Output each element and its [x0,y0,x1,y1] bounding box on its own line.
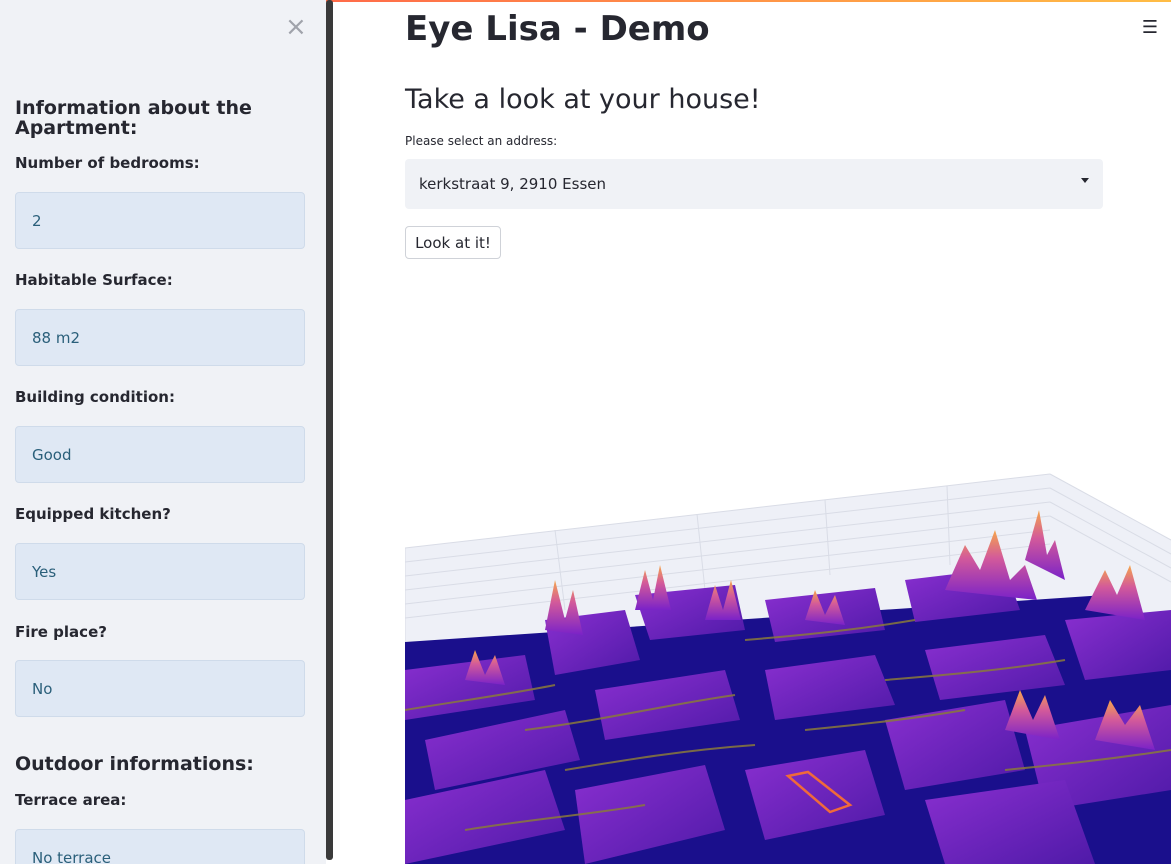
hamburger-menu-icon[interactable]: ☰ [1140,18,1160,38]
address-select-label: Please select an address: [405,134,558,148]
address-select-value: kerkstraat 9, 2910 Essen [419,175,606,193]
bedrooms-label: Number of bedrooms: [15,154,200,172]
condition-label: Building condition: [15,388,175,406]
3d-surface-plot[interactable] [405,470,1171,864]
surface-field[interactable]: 88 m2 [15,309,305,366]
page-title: Eye Lisa - Demo [405,9,710,49]
surface-label: Habitable Surface: [15,271,173,289]
look-at-it-button[interactable]: Look at it! [405,226,501,259]
kitchen-label: Equipped kitchen? [15,505,171,523]
fireplace-label: Fire place? [15,623,107,641]
sidebar-scrollbar[interactable] [326,0,333,860]
condition-field[interactable]: Good [15,426,305,483]
outdoor-info-heading: Outdoor informations: [15,753,254,775]
terrace-field[interactable]: No terrace [15,829,305,864]
terrace-label: Terrace area: [15,791,127,809]
address-select[interactable]: kerkstraat 9, 2910 Essen [405,159,1103,209]
caret-down-icon [1081,178,1089,183]
section-subheader: Take a look at your house! [405,84,761,115]
close-icon[interactable]: × [285,14,307,40]
bedrooms-field[interactable]: 2 [15,192,305,249]
fireplace-field[interactable]: No [15,660,305,717]
sidebar: × Information about the Apartment: Numbe… [0,0,326,864]
apartment-info-heading: Information about the Apartment: [15,97,252,139]
kitchen-field[interactable]: Yes [15,543,305,600]
